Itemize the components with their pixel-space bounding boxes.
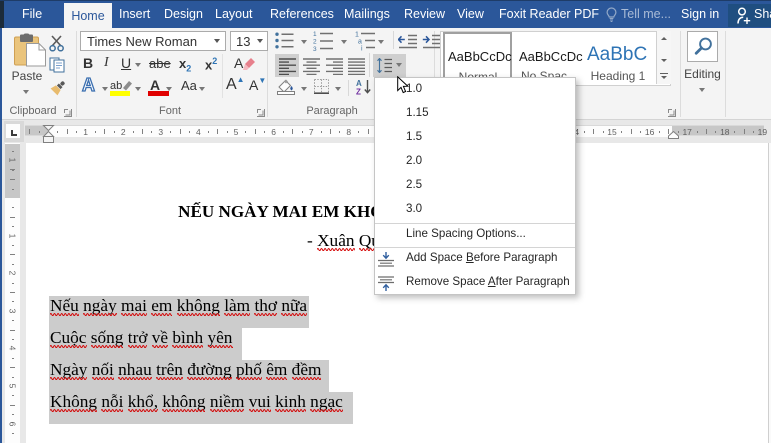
svg-text:i: i — [361, 46, 363, 52]
svg-text:A: A — [234, 55, 244, 71]
svg-text:2: 2 — [313, 39, 317, 46]
svg-text:Z: Z — [356, 88, 361, 96]
svg-text:3: 3 — [313, 46, 317, 51]
svg-text:1: 1 — [355, 32, 359, 39]
svg-text:ab: ab — [110, 80, 122, 92]
svg-text:1: 1 — [313, 31, 317, 38]
svg-text:a: a — [358, 39, 362, 46]
